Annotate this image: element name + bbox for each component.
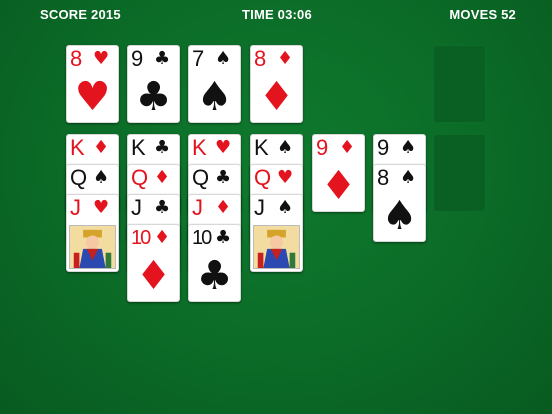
card-rank: 9 (316, 135, 329, 160)
card-rank: Q (70, 165, 88, 190)
spade-icon: ♠ (93, 167, 110, 188)
spade-icon: ♠ (215, 48, 232, 69)
card-rank: K (254, 135, 269, 160)
club-icon: ♣ (215, 227, 232, 248)
card-rank: K (70, 135, 85, 160)
card-rank: Q (254, 165, 272, 190)
spade-large-icon: ♠ (381, 193, 418, 239)
diamond-large-icon: ♦ (258, 74, 295, 120)
club-icon: ♣ (154, 137, 171, 158)
card-rank: J (131, 195, 142, 220)
score-label: SCORE 2015 (40, 7, 121, 22)
jack-portrait-icon (253, 225, 300, 269)
card-rank: 7 (192, 46, 205, 71)
diamond-icon: ♦ (154, 227, 171, 248)
card-rank: 8 (70, 46, 83, 71)
tableau-card[interactable]: J ♥ (66, 194, 119, 272)
spade-icon: ♠ (400, 167, 417, 188)
card-rank: K (192, 135, 207, 160)
club-icon: ♣ (215, 167, 232, 188)
card-rank: J (192, 195, 203, 220)
diamond-large-icon: ♦ (135, 253, 172, 299)
empty-pile-slot[interactable] (433, 134, 486, 212)
heart-icon: ♥ (93, 197, 110, 218)
card-rank: J (70, 195, 81, 220)
club-icon: ♣ (154, 48, 171, 69)
top-row-card[interactable]: 8 ♥ ♥ (66, 45, 119, 123)
heart-icon: ♥ (277, 167, 294, 188)
card-rank: 8 (377, 165, 390, 190)
diamond-icon: ♦ (277, 48, 294, 69)
top-row-card[interactable]: 9 ♣ ♣ (127, 45, 180, 123)
card-rank: 9 (131, 46, 144, 71)
tableau-card[interactable]: 9 ♦ ♦ (312, 134, 365, 212)
jack-portrait-icon (69, 225, 116, 269)
card-rank: 10 (192, 227, 212, 249)
heart-icon: ♥ (215, 137, 232, 158)
heart-large-icon: ♥ (74, 74, 111, 120)
diamond-large-icon: ♦ (320, 163, 357, 209)
diamond-icon: ♦ (93, 137, 110, 158)
spade-icon: ♠ (277, 197, 294, 218)
card-rank: J (254, 195, 265, 220)
empty-pile-slot[interactable] (433, 45, 486, 123)
tableau-card[interactable]: 10 ♦ ♦ (127, 224, 180, 302)
card-rank: K (131, 135, 146, 160)
top-row-card[interactable]: 8 ♦ ♦ (250, 45, 303, 123)
card-rank: 8 (254, 46, 267, 71)
diamond-icon: ♦ (215, 197, 232, 218)
card-rank: 10 (131, 227, 151, 249)
card-rank: Q (192, 165, 210, 190)
timer-label: TIME 03:06 (242, 7, 312, 22)
spade-large-icon: ♠ (196, 74, 233, 120)
top-row-card[interactable]: 7 ♠ ♠ (188, 45, 241, 123)
card-rank: 9 (377, 135, 390, 160)
diamond-icon: ♦ (339, 137, 356, 158)
club-large-icon: ♣ (135, 74, 172, 120)
spade-icon: ♠ (277, 137, 294, 158)
tableau-card[interactable]: 10 ♣ ♣ (188, 224, 241, 302)
moves-label: MOVES 52 (449, 7, 516, 22)
tableau-card[interactable]: J ♠ (250, 194, 303, 272)
card-rank: Q (131, 165, 149, 190)
club-icon: ♣ (154, 197, 171, 218)
club-large-icon: ♣ (196, 253, 233, 299)
diamond-icon: ♦ (154, 167, 171, 188)
tableau-card[interactable]: 8 ♠ ♠ (373, 164, 426, 242)
heart-icon: ♥ (93, 48, 110, 69)
spade-icon: ♠ (400, 137, 417, 158)
